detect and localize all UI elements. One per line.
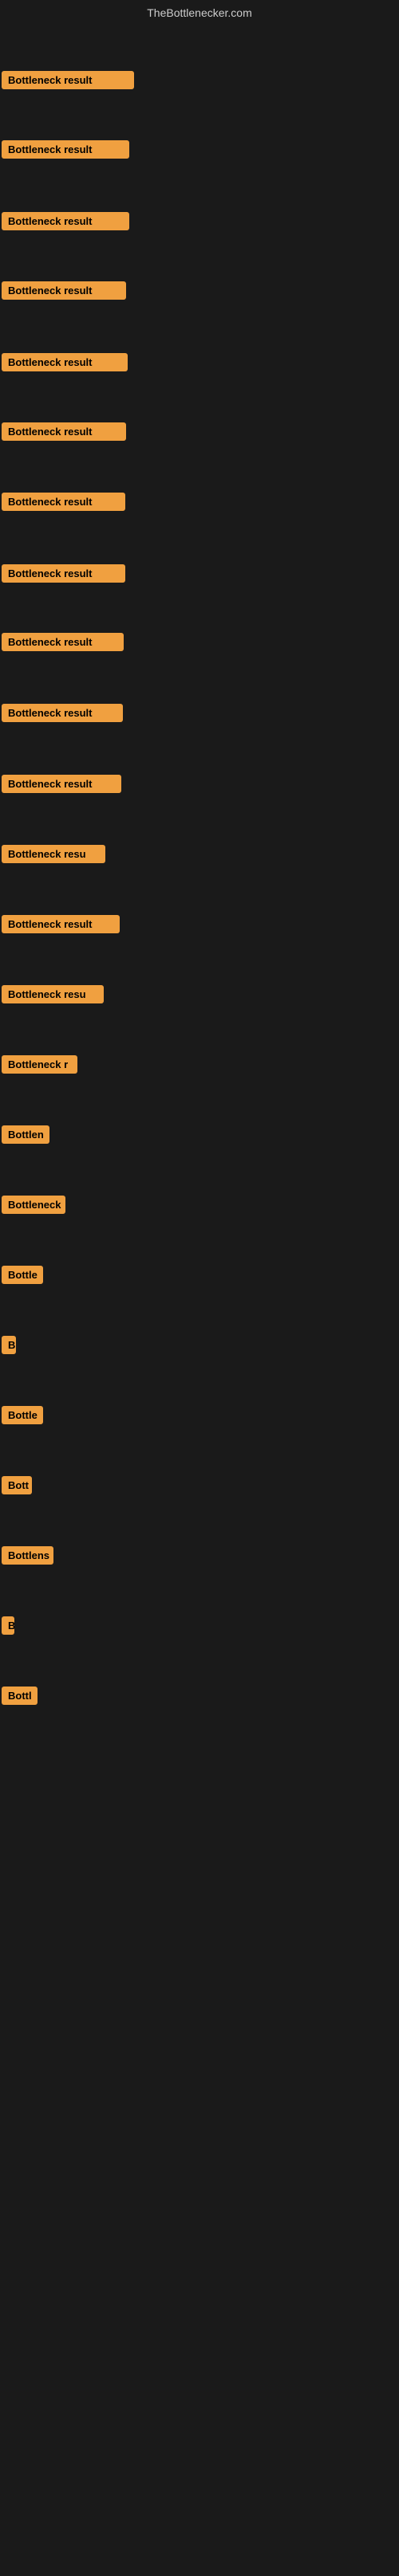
bottleneck-card-wrapper-9: Bottleneck result (2, 633, 124, 655)
bottleneck-card-wrapper-15: Bottleneck r (2, 1055, 77, 1078)
bottleneck-card-wrapper-21: Bott (2, 1476, 32, 1498)
bottleneck-card-wrapper-24: Bottl (2, 1687, 38, 1709)
bottleneck-card-wrapper-8: Bottleneck result (2, 564, 125, 587)
bottleneck-card-wrapper-17: Bottleneck (2, 1196, 65, 1218)
bottleneck-card-wrapper-1: Bottleneck result (2, 71, 134, 93)
bottleneck-card-wrapper-2: Bottleneck result (2, 140, 129, 163)
bottleneck-card-wrapper-18: Bottle (2, 1266, 43, 1288)
bottleneck-result-badge[interactable]: Bottleneck r (2, 1055, 77, 1074)
bottleneck-result-badge[interactable]: Bottleneck result (2, 775, 121, 793)
bottleneck-card-wrapper-23: B (2, 1616, 14, 1639)
bottleneck-card-wrapper-13: Bottleneck result (2, 915, 120, 937)
bottleneck-result-badge[interactable]: Bottleneck (2, 1196, 65, 1214)
bottleneck-result-badge[interactable]: Bottleneck resu (2, 985, 104, 1003)
bottleneck-result-badge[interactable]: B (2, 1616, 14, 1635)
bottleneck-result-badge[interactable]: Bottl (2, 1687, 38, 1705)
bottleneck-result-badge[interactable]: Bottlens (2, 1546, 53, 1565)
bottleneck-card-wrapper-3: Bottleneck result (2, 212, 129, 234)
bottleneck-card-wrapper-6: Bottleneck result (2, 422, 126, 445)
bottleneck-result-badge[interactable]: Bottleneck result (2, 140, 129, 159)
bottleneck-result-badge[interactable]: Bottleneck result (2, 422, 126, 441)
bottleneck-result-badge[interactable]: Bott (2, 1476, 32, 1494)
bottleneck-result-badge[interactable]: Bottlen (2, 1125, 49, 1144)
bottleneck-result-badge[interactable]: Bottleneck result (2, 564, 125, 583)
bottleneck-card-wrapper-16: Bottlen (2, 1125, 49, 1148)
bottleneck-card-wrapper-5: Bottleneck result (2, 353, 128, 375)
bottleneck-result-badge[interactable]: Bottle (2, 1266, 43, 1284)
bottleneck-card-wrapper-19: B (2, 1336, 16, 1358)
bottleneck-card-wrapper-4: Bottleneck result (2, 281, 126, 304)
bottleneck-card-wrapper-10: Bottleneck result (2, 704, 123, 726)
bottleneck-result-badge[interactable]: Bottleneck resu (2, 845, 105, 863)
bottleneck-result-badge[interactable]: B (2, 1336, 16, 1354)
bottleneck-card-wrapper-12: Bottleneck resu (2, 845, 105, 867)
bottleneck-result-badge[interactable]: Bottleneck result (2, 493, 125, 511)
bottleneck-result-badge[interactable]: Bottleneck result (2, 71, 134, 89)
bottleneck-result-badge[interactable]: Bottleneck result (2, 915, 120, 933)
bottleneck-card-wrapper-7: Bottleneck result (2, 493, 125, 515)
bottleneck-result-badge[interactable]: Bottleneck result (2, 212, 129, 230)
bottleneck-result-badge[interactable]: Bottleneck result (2, 633, 124, 651)
bottleneck-card-wrapper-14: Bottleneck resu (2, 985, 104, 1007)
bottleneck-result-badge[interactable]: Bottleneck result (2, 704, 123, 722)
bottleneck-card-wrapper-20: Bottle (2, 1406, 43, 1428)
bottleneck-result-badge[interactable]: Bottleneck result (2, 353, 128, 371)
bottleneck-card-wrapper-11: Bottleneck result (2, 775, 121, 797)
bottleneck-result-badge[interactable]: Bottleneck result (2, 281, 126, 300)
bottleneck-result-badge[interactable]: Bottle (2, 1406, 43, 1424)
site-title: TheBottlenecker.com (0, 0, 399, 26)
bottleneck-card-wrapper-22: Bottlens (2, 1546, 53, 1569)
